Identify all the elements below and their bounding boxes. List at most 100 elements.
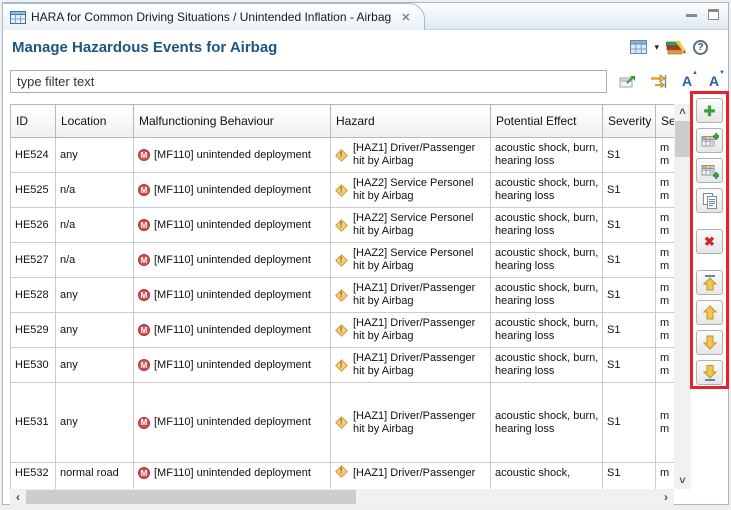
table-row[interactable]: HE532 normal road M[MF110] unintended de… bbox=[11, 463, 675, 490]
editor-view: HARA for Common Driving Situations / Uni… bbox=[2, 2, 729, 505]
cell-severity: S1 bbox=[603, 138, 656, 173]
tab-hara-editor[interactable]: HARA for Common Driving Situations / Uni… bbox=[3, 3, 425, 30]
cell-malfunction: M[MF110] unintended deployment bbox=[134, 278, 331, 313]
malfunction-icon: M bbox=[138, 149, 150, 161]
cell-hazard: ![HAZ2] Service Personel hit by Airbag bbox=[331, 208, 491, 243]
table-row[interactable]: HE526 n/a M[MF110] unintended deployment… bbox=[11, 208, 675, 243]
cell-se: m bbox=[656, 463, 675, 490]
hazardous-events-table: ID Location Malfunctioning Behaviour Haz… bbox=[10, 104, 674, 489]
cell-hazard: ![HAZ1] Driver/Passenger bbox=[331, 463, 491, 490]
cell-severity: S1 bbox=[603, 208, 656, 243]
add-button[interactable]: ✚ bbox=[696, 98, 723, 123]
cell-hazard: ![HAZ1] Driver/Passenger hit by Airbag bbox=[331, 313, 491, 348]
scroll-down-icon[interactable]: ˅ bbox=[674, 473, 691, 489]
col-header-potential-effect[interactable]: Potential Effect bbox=[491, 105, 603, 138]
cell-effect: acoustic shock, burn, hearing loss bbox=[491, 383, 603, 463]
cell-severity: S1 bbox=[603, 313, 656, 348]
hazard-warning-icon: ! bbox=[335, 359, 348, 372]
scroll-up-icon[interactable]: ˄ bbox=[674, 104, 691, 120]
table-row[interactable]: HE530 any M[MF110] unintended deployment… bbox=[11, 348, 675, 383]
copy-icon bbox=[702, 193, 718, 209]
hazard-warning-icon: ! bbox=[335, 324, 348, 337]
cell-id: HE527 bbox=[11, 243, 56, 278]
malfunction-icon: M bbox=[138, 417, 150, 429]
cell-hazard: ![HAZ2] Service Personel hit by Airbag bbox=[331, 173, 491, 208]
col-header-hazard[interactable]: Hazard bbox=[331, 105, 491, 138]
delete-button[interactable]: ✖ bbox=[696, 229, 723, 254]
cell-malfunction: M[MF110] unintended deployment bbox=[134, 463, 331, 490]
library-books-icon[interactable] bbox=[666, 39, 686, 56]
move-to-top-icon bbox=[703, 275, 717, 291]
scroll-right-icon[interactable]: › bbox=[658, 489, 674, 505]
tab-close-icon[interactable]: ✕ bbox=[401, 11, 410, 24]
tab-bar: HARA for Common Driving Situations / Uni… bbox=[3, 3, 728, 30]
cell-hazard: ![HAZ1] Driver/Passenger hit by Airbag bbox=[331, 278, 491, 313]
increase-font-button[interactable]: A▲ bbox=[678, 73, 696, 89]
table-view-icon[interactable] bbox=[630, 40, 647, 54]
cell-effect: acoustic shock, burn, hearing loss bbox=[491, 348, 603, 383]
cell-effect: acoustic shock, burn, hearing loss bbox=[491, 138, 603, 173]
col-header-se[interactable]: Se bbox=[656, 105, 675, 138]
col-header-location[interactable]: Location bbox=[56, 105, 134, 138]
scroll-left-icon[interactable]: ‹ bbox=[10, 489, 26, 505]
cell-malfunction: M[MF110] unintended deployment bbox=[134, 348, 331, 383]
row-actions-toolbar-highlight: ✚ bbox=[690, 91, 729, 389]
horizontal-scroll-thumb[interactable] bbox=[26, 490, 356, 504]
hazard-warning-icon: ! bbox=[335, 219, 348, 232]
malfunction-icon: M bbox=[138, 289, 150, 301]
copy-button[interactable] bbox=[696, 188, 723, 213]
table-row[interactable]: HE531 any M[MF110] unintended deployment… bbox=[11, 383, 675, 463]
move-down-button[interactable] bbox=[696, 330, 723, 355]
table-row[interactable]: HE528 any M[MF110] unintended deployment… bbox=[11, 278, 675, 313]
move-to-top-button[interactable] bbox=[696, 270, 723, 295]
cell-se: m m bbox=[656, 173, 675, 208]
cell-location: n/a bbox=[56, 208, 134, 243]
table-vertical-scrollbar[interactable]: ˄ ˅ bbox=[674, 104, 691, 489]
move-to-bottom-button[interactable] bbox=[696, 360, 723, 385]
table-horizontal-scrollbar[interactable]: ‹ › bbox=[10, 489, 674, 505]
page-header: Manage Hazardous Events for Airbag ▾ bbox=[3, 30, 728, 64]
minimize-icon[interactable] bbox=[686, 14, 697, 17]
col-header-severity[interactable]: Severity bbox=[603, 105, 656, 138]
table-row[interactable]: HE524 any M[MF110] unintended deployment… bbox=[11, 138, 675, 173]
decrease-font-button[interactable]: A▼ bbox=[705, 73, 723, 89]
help-icon[interactable]: ? bbox=[693, 40, 708, 55]
filter-row: A▲ A▼ bbox=[10, 68, 728, 94]
toolbar-spacer bbox=[709, 218, 710, 224]
table-row[interactable]: HE525 n/a M[MF110] unintended deployment… bbox=[11, 173, 675, 208]
cell-se: m m bbox=[656, 138, 675, 173]
col-header-malfunctioning-behaviour[interactable]: Malfunctioning Behaviour bbox=[134, 105, 331, 138]
clear-window-icon[interactable] bbox=[616, 71, 638, 91]
cell-effect: acoustic shock, burn, hearing loss bbox=[491, 243, 603, 278]
table-row[interactable]: HE529 any M[MF110] unintended deployment… bbox=[11, 313, 675, 348]
cell-effect: acoustic shock, burn, hearing loss bbox=[491, 208, 603, 243]
hazardous-events-table-area: ID Location Malfunctioning Behaviour Haz… bbox=[10, 104, 692, 506]
cell-se: m m bbox=[656, 348, 675, 383]
cell-id: HE531 bbox=[11, 383, 56, 463]
col-header-id[interactable]: ID bbox=[11, 105, 56, 138]
hazard-warning-icon: ! bbox=[335, 289, 348, 302]
filter-input[interactable] bbox=[10, 70, 607, 93]
cell-location: any bbox=[56, 313, 134, 348]
cell-id: HE532 bbox=[11, 463, 56, 490]
table-row[interactable]: HE527 n/a M[MF110] unintended deployment… bbox=[11, 243, 675, 278]
vertical-scroll-thumb[interactable] bbox=[675, 121, 690, 157]
cell-location: any bbox=[56, 348, 134, 383]
cell-hazard: ![HAZ1] Driver/Passenger hit by Airbag bbox=[331, 138, 491, 173]
cell-malfunction: M[MF110] unintended deployment bbox=[134, 208, 331, 243]
malfunction-icon: M bbox=[138, 359, 150, 371]
cell-hazard: ![HAZ2] Service Personel hit by Airbag bbox=[331, 243, 491, 278]
view-menu-caret-icon[interactable]: ▾ bbox=[654, 42, 659, 53]
cell-id: HE525 bbox=[11, 173, 56, 208]
align-columns-icon[interactable] bbox=[647, 71, 669, 91]
malfunction-icon: M bbox=[138, 324, 150, 336]
cell-effect: acoustic shock, bbox=[491, 463, 603, 490]
maximize-icon[interactable] bbox=[708, 9, 719, 20]
hazard-warning-icon: ! bbox=[335, 149, 348, 162]
add-row-below-button[interactable] bbox=[696, 158, 723, 183]
move-up-button[interactable] bbox=[696, 300, 723, 325]
cell-severity: S1 bbox=[603, 383, 656, 463]
cell-severity: S1 bbox=[603, 173, 656, 208]
add-row-above-button[interactable] bbox=[696, 128, 723, 153]
cell-se: m m bbox=[656, 208, 675, 243]
